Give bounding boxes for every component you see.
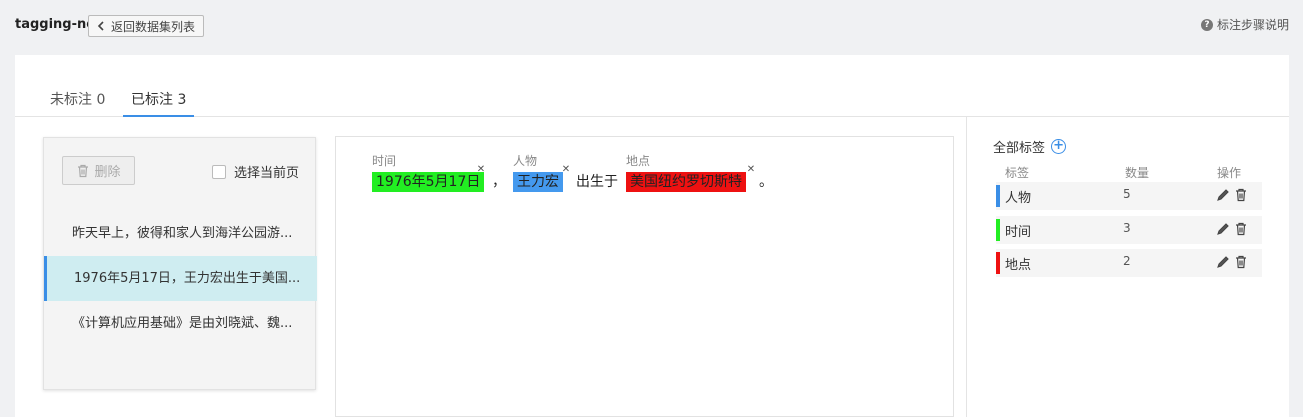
select-current-page[interactable]: 选择当前页	[212, 162, 299, 181]
edit-icon[interactable]	[1216, 255, 1230, 269]
trash-icon[interactable]	[1234, 255, 1248, 269]
edit-icon[interactable]	[1216, 188, 1230, 202]
sample-list-panel: 删除 选择当前页 昨天早上，彼得和家人到海洋公园游... 1976年5月17日，…	[43, 137, 317, 390]
tag-count: 3	[1123, 221, 1131, 235]
comma-text: ，	[492, 174, 506, 190]
help-label: 标注步骤说明	[1216, 18, 1289, 32]
tags-header: 标签 数量 操作	[993, 164, 1263, 180]
remove-entity-person-icon[interactable]: ✕	[561, 165, 571, 175]
delete-button-label: 删除	[94, 165, 121, 180]
list-item-selected[interactable]: 1976年5月17日，王力宏出生于美国...	[44, 256, 317, 301]
list-item[interactable]: 《计算机应用基础》是由刘晓斌、魏...	[44, 301, 317, 346]
tag-row: 地点 2	[996, 249, 1262, 277]
tab-unlabeled[interactable]: 未标注 0	[42, 90, 113, 117]
add-tag-icon[interactable]: +	[1051, 139, 1067, 154]
col-count: 数量	[1125, 166, 1150, 180]
tag-count: 5	[1123, 187, 1131, 201]
trash-icon[interactable]	[1234, 222, 1248, 236]
entity-token-time[interactable]: 1976年5月17日	[372, 172, 485, 192]
trash-icon[interactable]	[1234, 188, 1248, 202]
entity-label-person: 人物	[513, 154, 538, 168]
chevron-left-icon	[97, 21, 104, 31]
entity-token-location[interactable]: 美国纽约罗切斯特	[626, 172, 746, 192]
entity-label-time: 时间	[372, 154, 397, 168]
remove-entity-time-icon[interactable]: ✕	[476, 165, 486, 175]
period-text: 。	[759, 174, 773, 190]
divider	[966, 117, 967, 417]
plain-text: 出生于	[576, 174, 618, 190]
back-button-label: 返回数据集列表	[111, 19, 196, 34]
entity-token-person[interactable]: 王力宏	[513, 172, 563, 192]
tag-color-bar	[996, 252, 1000, 274]
main-card: 未标注 0 已标注 3 删除 选择当前页 昨天早上，彼得和家人到海洋公园游...…	[15, 55, 1289, 417]
tag-color-bar	[996, 219, 1000, 241]
tag-color-bar	[996, 185, 1000, 207]
tag-row: 时间 3	[996, 216, 1262, 244]
tag-name: 时间	[1005, 225, 1032, 240]
tag-count: 2	[1123, 254, 1131, 268]
delete-button[interactable]: 删除	[62, 156, 135, 185]
help-link[interactable]: ? 标注步骤说明	[1200, 16, 1289, 33]
tags-title-row: 全部标签 +	[993, 137, 1263, 156]
back-to-dataset-list-button[interactable]: 返回数据集列表	[88, 15, 205, 37]
entity-label-location: 地点	[626, 154, 651, 168]
top-bar: tagging-ner 返回数据集列表 ? 标注步骤说明	[0, 0, 1303, 52]
col-ops: 操作	[1217, 166, 1242, 180]
remove-entity-location-icon[interactable]: ✕	[746, 165, 756, 175]
tag-name: 地点	[1005, 258, 1032, 273]
question-icon: ?	[1200, 18, 1213, 31]
list-item[interactable]: 昨天早上，彼得和家人到海洋公园游...	[44, 211, 317, 256]
tag-name: 人物	[1005, 191, 1032, 206]
annotation-editor[interactable]: 时间 1976年5月17日 ✕ ， 人物 王力宏 ✕ 出生于 地点 美国纽约罗切…	[335, 136, 954, 417]
col-tag: 标签	[1005, 166, 1030, 180]
tags-panel: 全部标签 + 标签 数量 操作 人物 5 时间 3 地点 2	[993, 137, 1263, 277]
tab-bar: 未标注 0 已标注 3	[15, 90, 1289, 117]
select-page-checkbox[interactable]	[212, 164, 226, 179]
tags-title: 全部标签	[993, 141, 1046, 156]
select-page-label: 选择当前页	[234, 166, 300, 181]
edit-icon[interactable]	[1216, 222, 1230, 236]
tab-labeled[interactable]: 已标注 3	[123, 90, 195, 117]
tag-row: 人物 5	[996, 182, 1262, 210]
trash-icon	[78, 164, 89, 177]
